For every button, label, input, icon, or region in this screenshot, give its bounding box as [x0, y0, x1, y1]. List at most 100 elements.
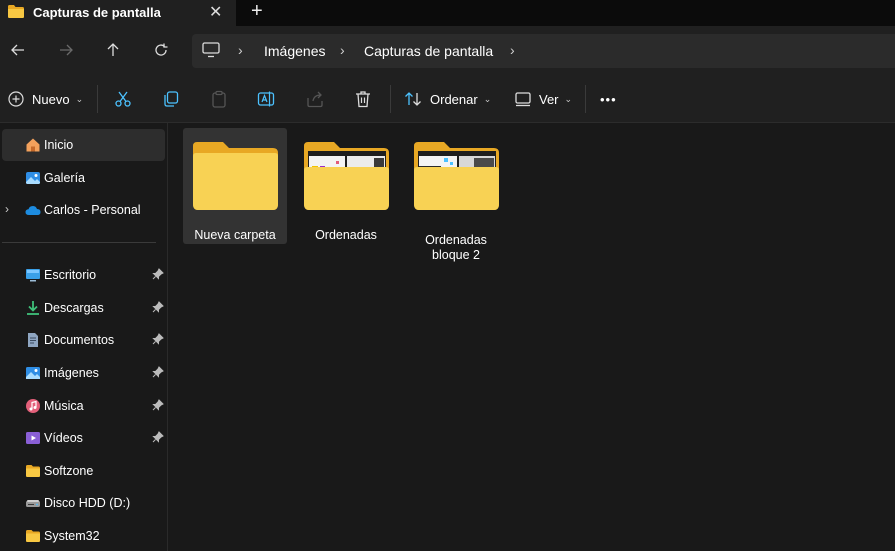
- sidebar-item-label: Inicio: [44, 138, 74, 152]
- folder-item-ordenadas-bloque-2[interactable]: Ordenadas bloque 2: [404, 128, 508, 262]
- rename-button[interactable]: [257, 87, 275, 111]
- paste-button[interactable]: [210, 87, 228, 111]
- folder-name: Ordenadas: [315, 228, 377, 242]
- sidebar-item-label: Galería: [44, 171, 85, 185]
- sidebar-divider: [2, 242, 156, 243]
- folder-item-ordenadas[interactable]: Ordenadas: [294, 128, 398, 244]
- view-icon: [515, 92, 531, 107]
- sidebar-item-documentos[interactable]: Documentos: [2, 324, 165, 356]
- sidebar-item-videos[interactable]: Vídeos: [2, 422, 165, 454]
- chevron-down-icon: ⌄: [483, 93, 492, 104]
- folder-name: Nueva carpeta: [194, 228, 276, 242]
- refresh-icon: [155, 43, 168, 56]
- home-icon: [26, 138, 40, 152]
- pin-icon[interactable]: [152, 431, 164, 443]
- drive-icon: [26, 500, 40, 507]
- documents-icon: [28, 333, 38, 347]
- cut-button[interactable]: [114, 87, 132, 111]
- breadcrumb-imagenes[interactable]: Imágenes: [264, 43, 325, 59]
- pin-icon[interactable]: [152, 399, 164, 411]
- pin-icon[interactable]: [152, 301, 164, 313]
- music-icon: [26, 399, 40, 413]
- navigation-pane: Inicio Galería › Carlos - Personal Escri…: [0, 123, 168, 551]
- tab-close-button[interactable]: ✕: [209, 2, 222, 22]
- breadcrumb-separator[interactable]: ›: [238, 42, 243, 58]
- sidebar-item-imagenes[interactable]: Imágenes: [2, 357, 165, 389]
- sidebar-item-onedrive[interactable]: › Carlos - Personal: [2, 194, 165, 226]
- sidebar-item-galeria[interactable]: Galería: [2, 162, 165, 194]
- new-label: Nuevo: [32, 91, 70, 107]
- address-bar[interactable]: › Imágenes › Capturas de pantalla ›: [192, 34, 895, 68]
- new-button[interactable]: Nuevo ⌄: [8, 87, 83, 111]
- folder-name: Ordenadas bloque 2: [404, 233, 508, 263]
- tab-title: Capturas de pantalla: [33, 5, 161, 20]
- chevron-right-icon[interactable]: ›: [5, 202, 9, 216]
- pictures-icon: [26, 367, 40, 379]
- pin-icon[interactable]: [152, 333, 164, 345]
- folder-icon: [193, 142, 278, 210]
- folder-icon: [26, 530, 40, 542]
- command-bar: Nuevo ⌄ Ordenar ⌄ Ver ⌄ •••: [0, 75, 895, 123]
- arrow-up-icon: [107, 43, 119, 56]
- title-bar: Capturas de pantalla ✕ +: [0, 0, 895, 26]
- downloads-icon: [27, 301, 39, 315]
- copy-button[interactable]: [162, 87, 180, 111]
- sidebar-item-label: Disco HDD (D:): [44, 496, 131, 510]
- view-label: Ver: [539, 91, 559, 107]
- more-options-button[interactable]: •••: [600, 87, 617, 111]
- folder-icon: [26, 465, 40, 477]
- back-button[interactable]: [6, 38, 30, 62]
- share-button[interactable]: [306, 87, 324, 111]
- folder-name-text: Ordenadas bloque 2: [425, 233, 487, 262]
- file-list: Nueva carpeta Ordenadas Ordenadas bloque…: [169, 123, 895, 551]
- sidebar-item-inicio[interactable]: Inicio: [2, 129, 165, 161]
- sidebar-item-label: Imágenes: [44, 366, 99, 380]
- computer-icon: [202, 42, 220, 58]
- sort-button[interactable]: Ordenar ⌄: [404, 87, 491, 111]
- sort-icon: [405, 92, 421, 106]
- breadcrumb-capturas[interactable]: Capturas de pantalla: [364, 43, 493, 59]
- arrow-right-icon: [60, 44, 73, 56]
- sidebar-item-label: Música: [44, 399, 84, 413]
- sidebar-item-softzone[interactable]: Softzone: [2, 455, 165, 487]
- up-button[interactable]: [101, 38, 125, 62]
- sidebar-item-disco-hdd[interactable]: Disco HDD (D:): [2, 487, 165, 519]
- sort-label: Ordenar: [430, 91, 478, 107]
- trash-icon: [356, 91, 370, 108]
- sidebar-item-label: Escritorio: [44, 268, 97, 282]
- view-button[interactable]: Ver ⌄: [515, 87, 572, 111]
- pin-icon[interactable]: [152, 268, 164, 280]
- delete-button[interactable]: [354, 87, 372, 111]
- folder-icon: [8, 5, 24, 18]
- clipboard-icon: [212, 90, 226, 108]
- sidebar-item-label: Carlos - Personal: [44, 203, 141, 217]
- new-tab-button[interactable]: +: [251, 0, 263, 23]
- breadcrumb-separator[interactable]: ›: [340, 42, 345, 58]
- share-icon: [307, 91, 323, 108]
- videos-icon: [26, 432, 40, 444]
- sidebar-item-system32[interactable]: System32: [2, 520, 165, 551]
- desktop-icon: [26, 269, 40, 282]
- folder-icon: [414, 142, 499, 210]
- gallery-icon: [26, 172, 40, 184]
- chevron-down-icon: ⌄: [75, 93, 84, 104]
- toolbar-divider: [390, 85, 391, 113]
- sidebar-item-descargas[interactable]: Descargas: [2, 292, 165, 324]
- folder-item-nueva-carpeta[interactable]: Nueva carpeta: [183, 128, 287, 244]
- sidebar-item-label: Vídeos: [44, 431, 83, 445]
- arrow-left-icon: [11, 44, 24, 56]
- sidebar-item-escritorio[interactable]: Escritorio: [2, 259, 165, 291]
- breadcrumb-separator[interactable]: ›: [510, 42, 515, 58]
- refresh-button[interactable]: [149, 38, 173, 62]
- tab-capturas[interactable]: Capturas de pantalla ✕: [0, 0, 236, 26]
- forward-button[interactable]: [54, 38, 78, 62]
- navigation-bar: › Imágenes › Capturas de pantalla ›: [0, 26, 895, 75]
- sidebar-item-label: System32: [44, 529, 100, 543]
- pin-icon[interactable]: [152, 366, 164, 378]
- sidebar-item-musica[interactable]: Música: [2, 390, 165, 422]
- scissors-icon: [115, 91, 131, 107]
- toolbar-divider: [585, 85, 586, 113]
- plus-circle-icon: [8, 91, 24, 107]
- copy-icon: [164, 91, 179, 107]
- sidebar-item-label: Documentos: [44, 333, 115, 347]
